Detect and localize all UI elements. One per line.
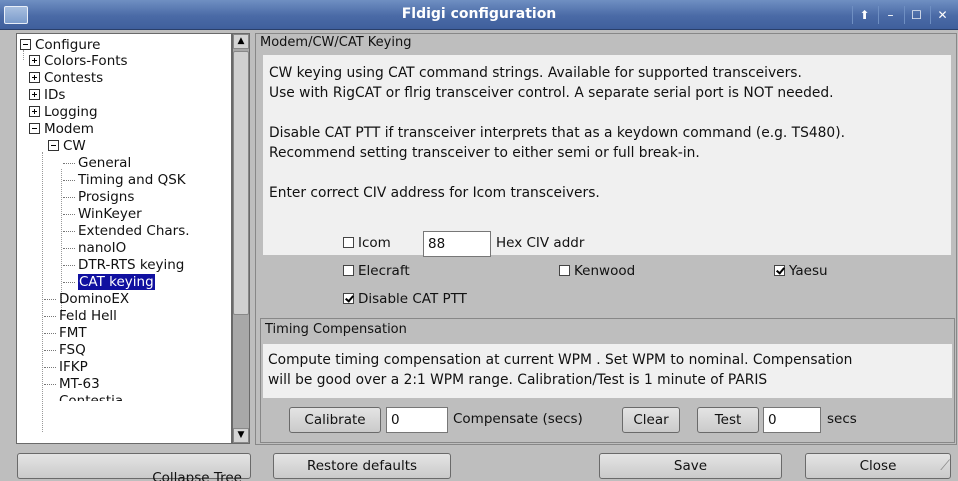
config-tree[interactable]: Configure Colors-Fonts Contests IDs Logg…	[16, 33, 232, 444]
tree-item-dtr-rts-keying[interactable]: DTR-RTS keying	[63, 257, 184, 274]
panel-title: Modem/CW/CAT Keying	[260, 35, 412, 50]
tree-scrollbar[interactable]: ▲ ▼	[232, 33, 250, 444]
restore-defaults-button[interactable]: Restore defaults	[273, 453, 451, 479]
resize-grip-icon[interactable]: ⟋	[940, 458, 950, 474]
yaesu-checkbox[interactable]: Yaesu	[774, 263, 828, 279]
tree-item-general[interactable]: General	[63, 155, 131, 172]
tree-item-modem[interactable]: Modem	[29, 121, 94, 138]
tree-item-ifkp[interactable]: IFKP	[44, 359, 88, 376]
info-line: Compute timing compensation at current W…	[268, 352, 853, 368]
timing-info-box: Compute timing compensation at current W…	[263, 344, 952, 398]
tree-item-timing-qsk[interactable]: Timing and QSK	[63, 172, 186, 189]
disable-cat-ptt-checkbox[interactable]: Disable CAT PTT	[343, 291, 467, 307]
info-line: Enter correct CIV address for Icom trans…	[269, 185, 600, 201]
info-line: CW keying using CAT command strings. Ava…	[269, 65, 802, 81]
info-line: Disable CAT PTT if transceiver interpret…	[269, 125, 845, 141]
timing-title: Timing Compensation	[265, 322, 407, 337]
clear-button[interactable]: Clear	[622, 407, 680, 433]
minimize-icon[interactable]: –	[878, 6, 902, 24]
collapse-tree-button[interactable]: Collapse Tree	[17, 453, 251, 481]
icom-checkbox[interactable]: Icom	[343, 235, 391, 251]
scroll-down-icon[interactable]: ▼	[233, 428, 249, 443]
tree-item-ids[interactable]: IDs	[29, 87, 65, 104]
tree-item-colors-fonts[interactable]: Colors-Fonts	[29, 53, 128, 70]
collapse-icon[interactable]	[48, 140, 59, 151]
compensate-label: Compensate (secs)	[453, 411, 583, 427]
expand-icon[interactable]	[29, 55, 40, 66]
tree-item-configure[interactable]: Configure	[20, 37, 100, 54]
checkbox-box[interactable]	[343, 293, 354, 304]
civ-address-input[interactable]: 88	[423, 231, 491, 257]
tree-item-dominoex[interactable]: DominoEX	[44, 291, 129, 308]
cat-info-box: CW keying using CAT command strings. Ava…	[263, 55, 951, 255]
close-button[interactable]: Close	[805, 453, 951, 479]
info-line: will be good over a 2:1 WPM range. Calib…	[268, 372, 768, 388]
checkbox-box[interactable]	[559, 265, 570, 276]
collapse-tree-label: Collapse Tree	[152, 470, 242, 481]
test-button[interactable]: Test	[697, 407, 759, 433]
checkbox-box[interactable]	[343, 265, 354, 276]
expand-icon[interactable]	[29, 89, 40, 100]
expand-icon[interactable]	[29, 72, 40, 83]
collapse-icon[interactable]	[29, 123, 40, 134]
tree-item-extended-chars[interactable]: Extended Chars.	[63, 223, 190, 240]
info-line: Recommend setting transceiver to either …	[269, 145, 700, 161]
expand-icon[interactable]	[29, 106, 40, 117]
tree-item-mt63[interactable]: MT-63	[44, 376, 100, 393]
tree-item-logging[interactable]: Logging	[29, 104, 98, 121]
tree-item-nanoio[interactable]: nanoIO	[63, 240, 126, 257]
tree-item-cat-keying[interactable]: CAT keying	[63, 273, 156, 291]
kenwood-checkbox[interactable]: Kenwood	[559, 263, 635, 279]
tree-item-fmt[interactable]: FMT	[44, 325, 87, 342]
scroll-up-icon[interactable]: ▲	[233, 34, 249, 49]
tree-item-prosigns[interactable]: Prosigns	[63, 189, 134, 206]
tree-item-winkeyer[interactable]: WinKeyer	[63, 206, 142, 223]
timing-compensation-group: Timing Compensation Compute timing compe…	[260, 318, 955, 443]
elecraft-checkbox[interactable]: Elecraft	[343, 263, 410, 279]
close-icon[interactable]: ✕	[930, 6, 954, 24]
title-bar: Fldigi configuration ⬆ – ☐ ✕	[0, 0, 958, 30]
checkbox-box[interactable]	[343, 237, 354, 248]
checkbox-box[interactable]	[774, 265, 785, 276]
calibrate-button[interactable]: Calibrate	[289, 407, 381, 433]
compensate-input[interactable]: 0	[386, 407, 448, 433]
secs-label: secs	[827, 411, 857, 427]
maximize-icon[interactable]: ☐	[904, 6, 928, 24]
scrollbar-thumb[interactable]	[233, 51, 249, 315]
tree-item-contests[interactable]: Contests	[29, 70, 103, 87]
info-line: Use with RigCAT or flrig transceiver con…	[269, 85, 834, 101]
keep-above-icon[interactable]: ⬆	[852, 6, 876, 24]
window-title: Fldigi configuration	[401, 6, 557, 22]
tree-item-cw[interactable]: CW	[48, 138, 86, 155]
tree-item-contestia[interactable]: Contestia	[44, 393, 123, 401]
tree-item-fsq[interactable]: FSQ	[44, 342, 86, 359]
collapse-icon[interactable]	[20, 39, 31, 50]
cat-keying-panel: Modem/CW/CAT Keying CW keying using CAT …	[255, 33, 957, 445]
save-button[interactable]: Save	[599, 453, 782, 479]
tree-item-feld-hell[interactable]: Feld Hell	[44, 308, 117, 325]
secs-input[interactable]: 0	[763, 407, 821, 433]
civ-label: Hex CIV addr	[496, 235, 585, 251]
